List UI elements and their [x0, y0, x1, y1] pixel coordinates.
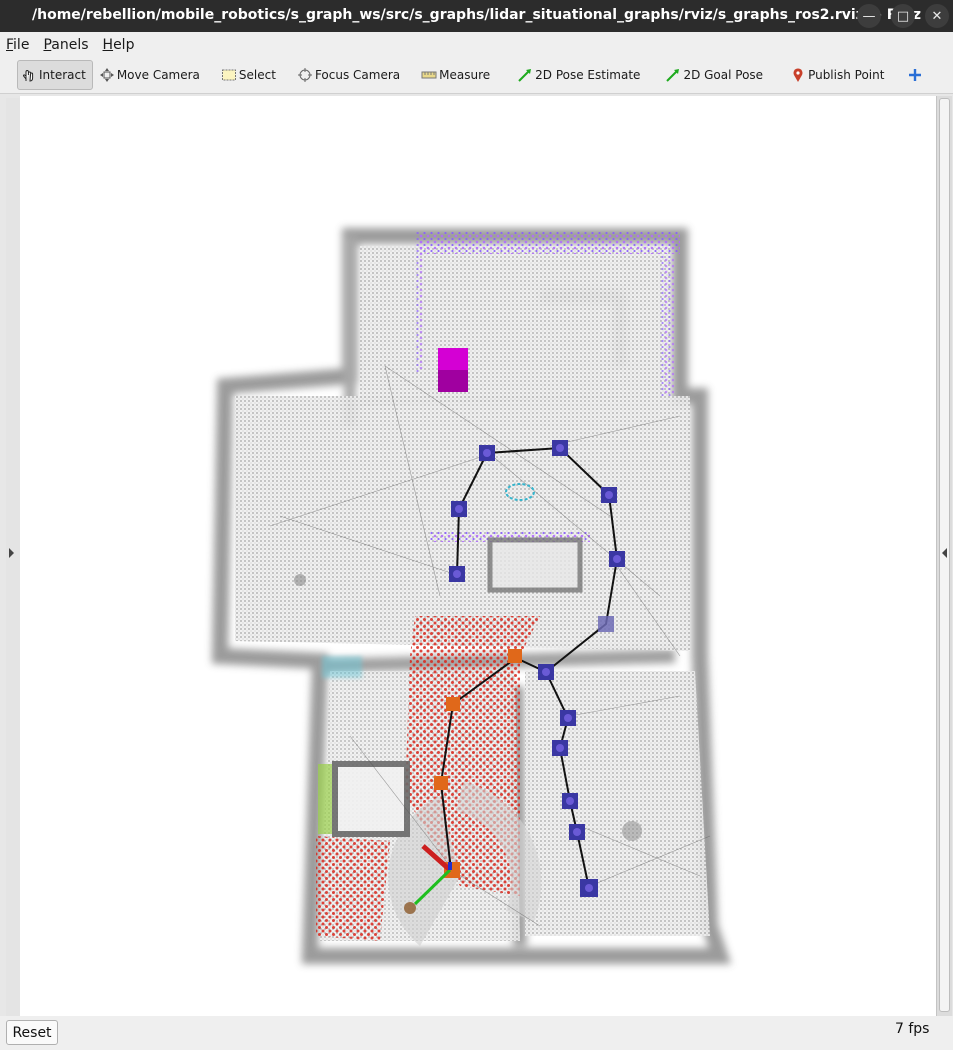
- minimize-icon[interactable]: —: [857, 4, 881, 28]
- map-pin-icon: [790, 67, 806, 83]
- menu-bar: File Panels Help: [0, 32, 953, 57]
- expand-left-panel-icon[interactable]: [9, 548, 14, 558]
- tool-label: Measure: [439, 68, 491, 82]
- tool-label: Interact: [39, 68, 86, 82]
- green-arrow-icon: [517, 67, 533, 83]
- menu-panels[interactable]: Panels: [43, 37, 88, 53]
- close-icon[interactable]: ✕: [925, 4, 949, 28]
- point-cloud-scene: [211, 228, 732, 964]
- fps-readout: 7 fps: [895, 1021, 930, 1037]
- focus-camera-icon: [297, 67, 313, 83]
- move-camera-icon: [99, 67, 115, 83]
- menu-help[interactable]: Help: [103, 37, 135, 53]
- select-rectangle-icon: [221, 67, 237, 83]
- menu-file[interactable]: File: [6, 37, 29, 53]
- ruler-icon: [421, 67, 437, 83]
- table-object: [487, 537, 583, 593]
- tool-toolbar: Interact Move Camera Select Focus Camera…: [0, 57, 953, 94]
- tool-measure[interactable]: Measure: [418, 60, 496, 90]
- tool-publish-point[interactable]: Publish Point: [787, 60, 890, 90]
- window-titlebar[interactable]: /home/rebellion/mobile_robotics/s_graph_…: [0, 0, 953, 32]
- expand-right-panel-icon[interactable]: [942, 548, 947, 558]
- 3d-render-viewport[interactable]: [20, 96, 936, 1016]
- tool-move-camera[interactable]: Move Camera: [96, 60, 206, 90]
- tool-label: 2D Pose Estimate: [535, 68, 641, 82]
- add-tool-button[interactable]: [904, 60, 931, 90]
- tool-2d-goal-pose[interactable]: 2D Goal Pose: [662, 60, 769, 90]
- plus-icon: [907, 67, 923, 83]
- status-bar: Reset 7 fps: [0, 1016, 953, 1050]
- inner-room: [332, 761, 410, 837]
- reset-button[interactable]: Reset: [6, 1020, 58, 1045]
- magenta-cube-marker: [438, 348, 468, 392]
- tool-label: Publish Point: [808, 68, 885, 82]
- tool-label: 2D Goal Pose: [683, 68, 764, 82]
- hand-cursor-icon: [21, 67, 37, 83]
- green-arrow-icon: [665, 67, 681, 83]
- tool-interact[interactable]: Interact: [17, 60, 93, 90]
- maximize-icon[interactable]: □: [891, 4, 915, 28]
- tool-label: Select: [238, 68, 276, 82]
- purple-wall-points: [418, 232, 680, 254]
- tool-label: Move Camera: [116, 68, 200, 82]
- tool-select[interactable]: Select: [218, 60, 282, 90]
- tool-focus-camera[interactable]: Focus Camera: [294, 60, 406, 90]
- tool-label: Focus Camera: [314, 68, 401, 82]
- tool-2d-pose-estimate[interactable]: 2D Pose Estimate: [514, 60, 646, 90]
- window-title: /home/rebellion/mobile_robotics/s_graph_…: [32, 7, 922, 23]
